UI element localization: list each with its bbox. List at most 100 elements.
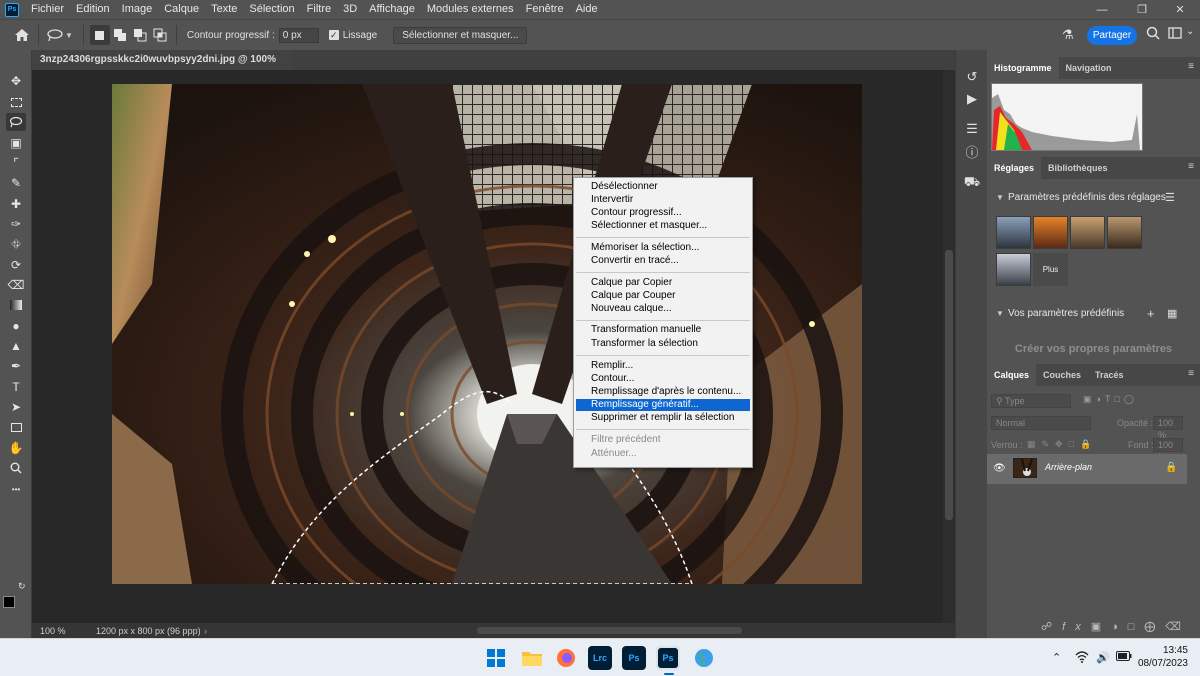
close-icon[interactable]: ✕ (1160, 0, 1200, 19)
preset-thumbnail[interactable] (996, 253, 1031, 286)
menu-edition[interactable]: Edition (70, 0, 116, 19)
chevron-up-icon[interactable]: ⌃ (1052, 651, 1061, 664)
marquee-tool-icon[interactable] (6, 93, 26, 111)
menu-item-inverse[interactable]: Intervertir (576, 194, 750, 206)
menu-affichage[interactable]: Affichage (363, 0, 421, 19)
menu-item-layer-via-copy[interactable]: Calque par Copier (576, 277, 750, 289)
speaker-icon[interactable]: 🔊 (1096, 651, 1110, 664)
menu-fenetre[interactable]: Fenêtre (520, 0, 570, 19)
more-tools-icon[interactable]: ••• (6, 480, 26, 498)
chevron-down-icon[interactable]: ▼ (65, 31, 73, 40)
tab-histogram[interactable]: Histogramme (987, 57, 1059, 79)
chevron-down-icon[interactable]: ⌄ (1186, 26, 1194, 37)
chevron-right-icon[interactable]: › (204, 626, 207, 636)
layer-row[interactable]: 👁 Arrière-plan 🔒 (987, 454, 1187, 484)
hand-tool-icon[interactable]: ✋ (6, 439, 26, 457)
menu-modules-externes[interactable]: Modules externes (421, 0, 520, 19)
actions-play-icon[interactable]: ▶ (963, 90, 981, 108)
menu-item-free-transform[interactable]: Transformation manuelle (576, 324, 750, 336)
menu-item-delete-and-fill[interactable]: Supprimer et remplir la sélection (576, 412, 750, 424)
menu-item-transform-selection[interactable]: Transformer la sélection (576, 338, 750, 350)
panel-menu-icon[interactable]: ≡ (1188, 161, 1194, 172)
layer-filter-icons[interactable]: ▣◑T□◯ (1083, 394, 1138, 405)
clone-stamp-tool-icon[interactable]: ⛗ (6, 235, 26, 253)
layer-filter-select[interactable]: ⚲ Type (991, 394, 1071, 408)
preset-thumbnail[interactable] (1033, 216, 1068, 249)
menu-item-layer-via-cut[interactable]: Calque par Couper (576, 290, 750, 302)
move-tool-icon[interactable]: ✥ (6, 72, 26, 90)
stamp-icon[interactable]: ⛟ (963, 174, 981, 192)
rectangle-tool-icon[interactable] (6, 418, 26, 436)
menu-item-fill[interactable]: Remplir... (576, 360, 750, 372)
dodge-tool-icon[interactable]: ▲ (6, 337, 26, 355)
globe-app-icon[interactable] (692, 646, 716, 670)
layers-footer-icons[interactable]: ☍fx▣◑□⨁⌫ (1041, 620, 1191, 633)
type-tool-icon[interactable]: T (6, 378, 26, 396)
tab-navigation[interactable]: Navigation (1059, 57, 1119, 79)
wifi-icon[interactable] (1075, 651, 1089, 666)
menu-item-feather[interactable]: Contour progressif... (576, 207, 750, 219)
crop-tool-icon[interactable]: ⌜ (6, 154, 26, 172)
file-explorer-icon[interactable] (520, 646, 544, 670)
menu-item-deselect[interactable]: Désélectionner (576, 181, 750, 193)
swap-colors-icon[interactable]: ↻ (18, 581, 26, 592)
chevron-down-icon[interactable]: ▼ (996, 309, 1004, 318)
menu-fichier[interactable]: Fichier (25, 0, 70, 19)
menu-selection[interactable]: Sélection (243, 0, 300, 19)
eraser-tool-icon[interactable]: ⌫ (6, 276, 26, 294)
antialias-checkbox[interactable]: ✓ (328, 30, 339, 40)
photoshop-taskbar-icon[interactable]: Ps (622, 646, 646, 670)
object-selection-tool-icon[interactable]: ▣ (6, 134, 26, 152)
history-icon[interactable]: ↺ (963, 68, 981, 86)
home-icon[interactable] (12, 25, 32, 45)
menu-item-generative-fill[interactable]: Remplissage génératif... (576, 399, 750, 411)
layer-name[interactable]: Arrière-plan (1045, 462, 1092, 472)
spot-healing-tool-icon[interactable]: ✚ (6, 195, 26, 213)
search-icon[interactable] (1146, 26, 1160, 43)
properties-sliders-icon[interactable]: ☰ (963, 120, 981, 138)
preset-thumbnail[interactable] (996, 216, 1031, 249)
history-brush-tool-icon[interactable]: ⟳ (6, 256, 26, 274)
zoom-tool-icon[interactable] (6, 459, 26, 477)
tab-paths[interactable]: Tracés (1088, 364, 1131, 386)
fill-input[interactable]: 100 % (1153, 438, 1183, 462)
lightroom-classic-icon[interactable]: Lrc (588, 646, 612, 670)
opacity-input[interactable]: 100 % (1153, 416, 1183, 440)
windows-start-icon[interactable] (484, 646, 508, 670)
panel-menu-icon[interactable]: ≡ (1188, 368, 1194, 379)
lock-icons[interactable]: ▦✎✥□🔒 (1027, 439, 1097, 450)
menu-texte[interactable]: Texte (205, 0, 243, 19)
maximize-icon[interactable]: ❐ (1122, 0, 1162, 19)
grid-view-icon[interactable]: ▦ (1167, 307, 1177, 320)
preset-thumbnail[interactable] (1107, 216, 1142, 249)
info-icon[interactable]: ⓘ (963, 142, 981, 160)
system-clock[interactable]: 13:45 08/07/2023 (1138, 644, 1188, 670)
minimize-icon[interactable]: — (1082, 0, 1122, 19)
lock-icon[interactable]: 🔒 (1165, 462, 1177, 473)
select-and-mask-button[interactable]: Sélectionner et masquer... (393, 26, 528, 44)
preset-thumbnail[interactable] (1070, 216, 1105, 249)
horizontal-scrollbar-thumb[interactable] (477, 627, 742, 634)
blur-tool-icon[interactable]: ● (6, 317, 26, 335)
workspace-icon[interactable] (1168, 26, 1182, 43)
add-selection-icon[interactable] (110, 25, 130, 45)
firefox-icon[interactable] (554, 646, 578, 670)
eyedropper-tool-icon[interactable]: ✎ (6, 174, 26, 192)
menu-item-stroke[interactable]: Contour... (576, 373, 750, 385)
intersect-selection-icon[interactable] (150, 25, 170, 45)
pen-tool-icon[interactable]: ✒ (6, 357, 26, 375)
tab-channels[interactable]: Couches (1036, 364, 1088, 386)
feather-input[interactable]: 0 px (278, 27, 319, 43)
brush-tool-icon[interactable]: ✑ (6, 215, 26, 233)
list-view-icon[interactable]: ☰ (1165, 191, 1175, 204)
blend-mode-select[interactable]: Normal (991, 416, 1091, 430)
tab-libraries[interactable]: Bibliothèques (1041, 157, 1115, 179)
menu-filtre[interactable]: Filtre (301, 0, 337, 19)
photoshop-active-taskbar-icon[interactable]: Ps (656, 646, 680, 670)
menu-item-new-layer[interactable]: Nouveau calque... (576, 303, 750, 315)
panel-menu-icon[interactable]: ≡ (1188, 61, 1194, 72)
visibility-eye-icon[interactable]: 👁 (993, 463, 1006, 474)
new-selection-icon[interactable] (89, 25, 110, 45)
flask-icon[interactable]: ⚗ (1062, 27, 1074, 43)
menu-item-make-path[interactable]: Convertir en tracé... (576, 255, 750, 267)
